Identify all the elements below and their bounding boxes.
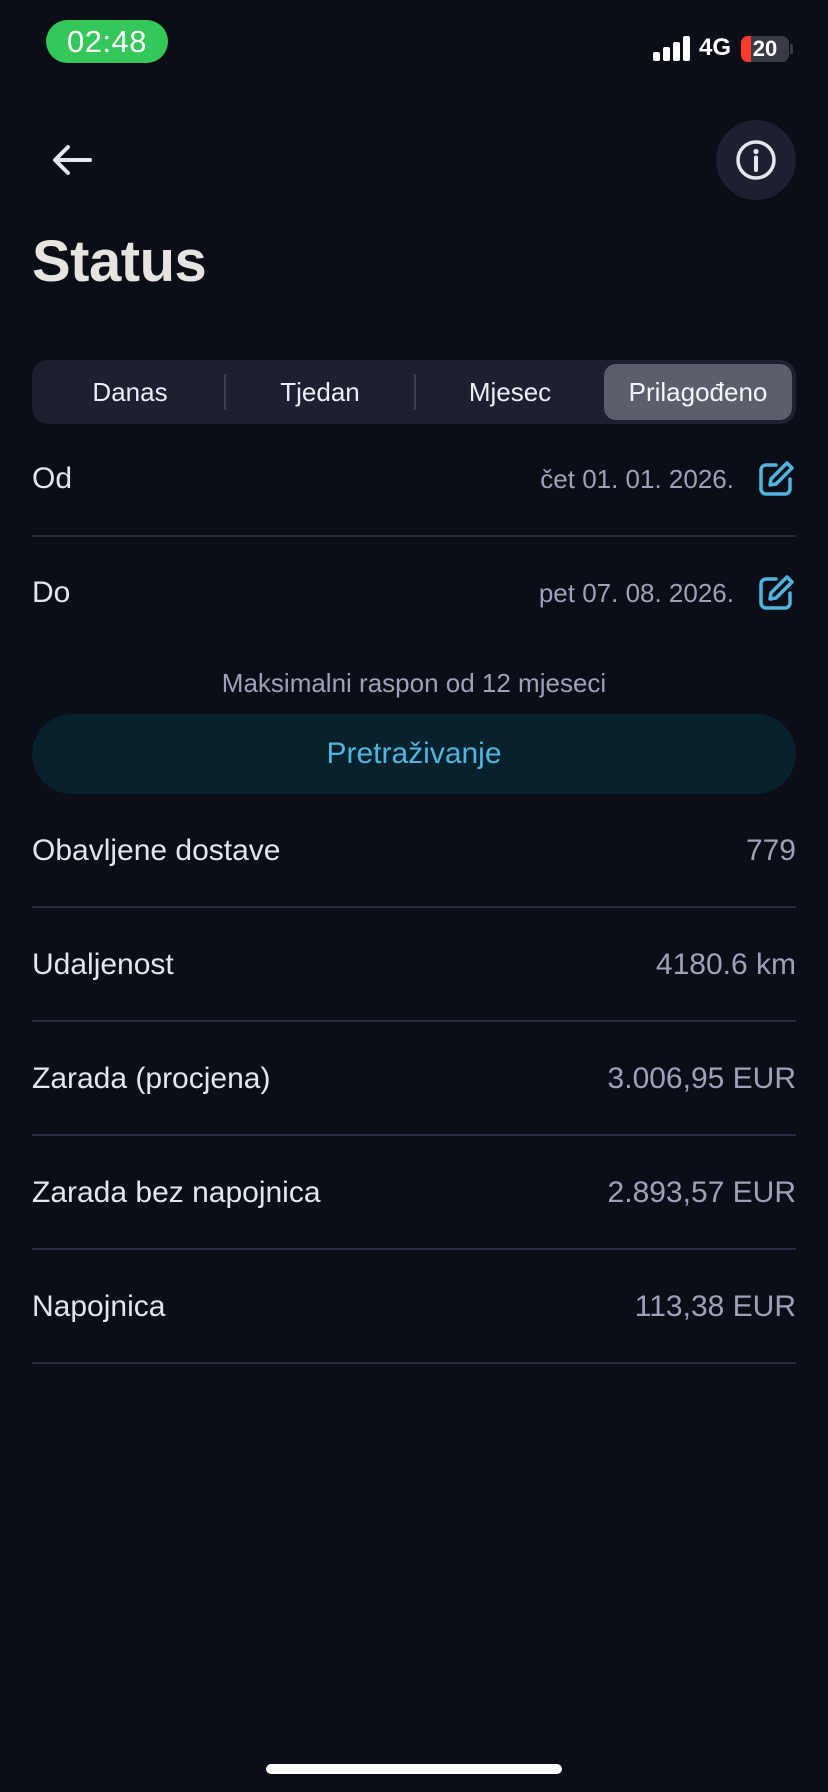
battery-cap	[790, 44, 793, 54]
back-button[interactable]	[40, 130, 104, 190]
page-title: Status	[32, 229, 207, 294]
stat-value: 113,38 EUR	[634, 1290, 796, 1323]
status-time: 02:48	[46, 20, 168, 63]
stat-value: 779	[745, 834, 796, 867]
stat-value: 3.006,95 EUR	[607, 1062, 796, 1095]
battery-percentage: 20	[752, 36, 778, 61]
stat-value: 4180.6 km	[655, 948, 796, 981]
battery-icon: 20	[741, 36, 789, 62]
tab-danas[interactable]: Danas	[36, 364, 224, 420]
network-type: 4G	[699, 34, 732, 61]
tab-mjesec[interactable]: Mjesec	[416, 364, 604, 420]
status-screen: 02:48 4G 20 Status Danas Tjedan Mjesec P…	[0, 0, 828, 1792]
edit-icon[interactable]	[756, 459, 796, 499]
info-circle-icon	[736, 140, 776, 180]
to-date-row[interactable]: Do pet 07. 08. 2026.	[32, 536, 796, 650]
stat-value: 2.893,57 EUR	[607, 1176, 796, 1209]
stat-row-tips: Napojnica 113,38 EUR	[32, 1250, 796, 1364]
arrow-left-icon	[53, 145, 92, 175]
to-date-value: pet 07. 08. 2026.	[538, 577, 734, 608]
info-button[interactable]	[716, 120, 796, 200]
stat-row-deliveries: Obavljene dostave 779	[32, 794, 796, 908]
cellular-signal-icon	[653, 36, 691, 61]
from-date-value: čet 01. 01. 2026.	[540, 463, 734, 494]
stat-label: Udaljenost	[32, 948, 174, 981]
divider	[32, 1362, 796, 1364]
period-segmented-control: Danas Tjedan Mjesec Prilagođeno	[32, 360, 796, 424]
from-label: Od	[32, 462, 73, 495]
stat-row-earnings-without-tips: Zarada bez napojnica 2.893,57 EUR	[32, 1136, 796, 1250]
range-hint: Maksimalni raspon od 12 mjeseci	[221, 668, 607, 698]
stat-row-distance: Udaljenost 4180.6 km	[32, 908, 796, 1022]
tab-tjedan[interactable]: Tjedan	[226, 364, 414, 420]
home-indicator[interactable]	[266, 1764, 562, 1774]
to-label: Do	[32, 576, 71, 609]
stat-label: Napojnica	[32, 1290, 166, 1323]
edit-icon[interactable]	[756, 573, 796, 613]
stat-row-earnings-estimate: Zarada (procjena) 3.006,95 EUR	[32, 1022, 796, 1136]
from-date-row[interactable]: Od čet 01. 01. 2026.	[32, 422, 796, 536]
stat-label: Zarada bez napojnica	[32, 1176, 321, 1209]
search-button[interactable]: Pretraživanje	[32, 714, 796, 794]
stat-label: Obavljene dostave	[32, 834, 281, 867]
tab-prilagodeno[interactable]: Prilagođeno	[604, 364, 792, 420]
stat-label: Zarada (procjena)	[32, 1062, 271, 1095]
